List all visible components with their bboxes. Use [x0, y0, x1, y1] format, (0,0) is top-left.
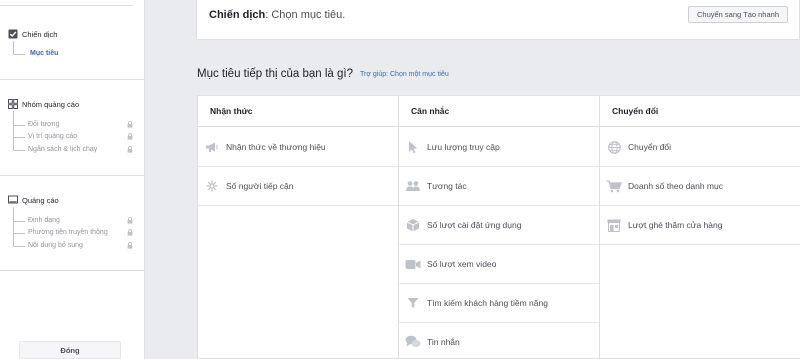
- grid-icon: [8, 99, 18, 109]
- lock-icon: [127, 133, 133, 140]
- sidebar: Chiến dịch Mục tiêu Nhóm quảng cáo Đối t…: [0, 0, 145, 359]
- objective-label: Nhận thức về thương hiệu: [226, 142, 326, 152]
- column-header-awareness: Nhận thức: [210, 106, 253, 116]
- objective-label: Chuyển đổi: [628, 142, 672, 152]
- sidebar-ad-title: Quảng cáo: [22, 195, 59, 205]
- objective-video-views[interactable]: Số lượt xem video: [405, 253, 597, 275]
- objective-store-visits[interactable]: Lượt ghé thăm cửa hàng: [606, 214, 798, 236]
- objective-conversions[interactable]: Chuyển đổi: [606, 136, 798, 158]
- help-link[interactable]: Trợ giúp: Chọn một mục tiêu: [360, 71, 449, 78]
- monitor-icon: [8, 195, 18, 205]
- sidebar-adset-title: Nhóm quảng cáo: [22, 99, 80, 109]
- campaign-label: Chiến dịch: [209, 9, 266, 21]
- objective-label: Số lượt xem video: [427, 259, 497, 269]
- lock-icon: [127, 146, 133, 153]
- quick-create-button[interactable]: Chuyển sang Tạo nhanh: [688, 6, 788, 23]
- objective-label: Tin nhắn: [427, 337, 460, 347]
- objective-label: Số người tiếp cận: [226, 181, 294, 191]
- objective-engagement[interactable]: Tương tác: [405, 175, 597, 197]
- objective-brand-awareness[interactable]: Nhận thức về thương hiệu: [204, 136, 396, 158]
- globe-icon: [606, 140, 622, 154]
- objectives-grid: Nhận thức Cân nhắc Chuyển đổi Nhận thức …: [197, 95, 800, 359]
- sidebar-item-format[interactable]: Định dạng: [28, 217, 60, 224]
- sidebar-item-budget-schedule[interactable]: Ngân sách & lịch chạy: [28, 146, 97, 153]
- campaign-value: : Chọn mục tiêu.: [265, 9, 346, 21]
- column-header-conversion: Chuyển đổi: [612, 106, 659, 116]
- objective-label: Doanh số theo danh mục: [628, 181, 723, 191]
- campaign-header-card: Chiến dịch: Chọn mục tiêu. Chuyển sang T…: [196, 0, 800, 40]
- objective-label: Tương tác: [427, 181, 467, 191]
- people-icon: [405, 179, 421, 193]
- reach-snowflake-icon: [204, 179, 220, 193]
- sidebar-item-objective[interactable]: Mục tiêu: [30, 50, 58, 57]
- objective-label: Lưu lượng truy cập: [427, 142, 500, 152]
- sidebar-adset-heading[interactable]: Nhóm quảng cáo: [8, 99, 79, 109]
- objective-catalog-sales[interactable]: Doanh số theo danh mục: [606, 175, 798, 197]
- lock-icon: [127, 229, 133, 236]
- cursor-icon: [405, 140, 421, 154]
- megaphone-icon: [204, 140, 220, 154]
- objective-traffic[interactable]: Lưu lượng truy cập: [405, 136, 597, 158]
- lock-icon: [127, 242, 133, 249]
- objective-question: Mục tiêu tiếp thị của bạn là gì?: [197, 68, 353, 80]
- close-button[interactable]: Đóng: [19, 341, 121, 359]
- sidebar-top-strip: [0, 0, 133, 6]
- sidebar-item-audience[interactable]: Đối tượng: [28, 121, 59, 128]
- campaign-status: Chiến dịch: Chọn mục tiêu.: [209, 9, 345, 21]
- lock-icon: [127, 217, 133, 224]
- sidebar-item-media[interactable]: Phương tiện truyền thông: [28, 229, 108, 236]
- objective-lead-generation[interactable]: Tìm kiếm khách hàng tiềm năng: [405, 292, 597, 314]
- sidebar-ad-heading[interactable]: Quảng cáo: [8, 195, 59, 205]
- lock-icon: [127, 121, 133, 128]
- column-header-consideration: Cân nhắc: [411, 106, 450, 116]
- chat-bubbles-icon: [405, 335, 421, 349]
- objective-reach[interactable]: Số người tiếp cận: [204, 175, 396, 197]
- shopping-cart-icon: [606, 179, 622, 193]
- funnel-icon: [405, 296, 421, 310]
- sidebar-campaign-heading[interactable]: Chiến dịch: [8, 29, 57, 39]
- checkbox-checked-icon: [8, 29, 18, 39]
- objective-messages[interactable]: Tin nhắn: [405, 331, 597, 353]
- sidebar-item-extra-content[interactable]: Nội dung bổ sung: [28, 242, 83, 249]
- sidebar-item-placement[interactable]: Vị trí quảng cáo: [28, 133, 77, 140]
- store-icon: [606, 218, 622, 232]
- box-icon: [405, 218, 421, 232]
- objective-label: Số lượt cài đặt ứng dụng: [427, 220, 522, 230]
- objective-label: Lượt ghé thăm cửa hàng: [628, 220, 723, 230]
- video-camera-icon: [405, 257, 421, 271]
- sidebar-campaign-title: Chiến dịch: [22, 29, 58, 39]
- objective-label: Tìm kiếm khách hàng tiềm năng: [427, 298, 548, 308]
- objective-app-installs[interactable]: Số lượt cài đặt ứng dụng: [405, 214, 597, 236]
